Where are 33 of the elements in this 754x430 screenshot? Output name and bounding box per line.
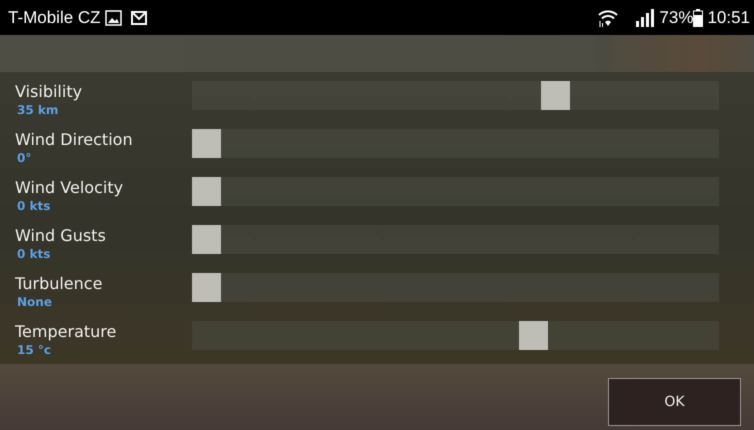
clock-time: 10:51 bbox=[707, 8, 750, 28]
battery-icon bbox=[693, 8, 704, 26]
slider-track[interactable] bbox=[192, 321, 719, 350]
setting-value: 0 kts bbox=[17, 198, 52, 214]
slider-thumb[interactable] bbox=[519, 321, 548, 350]
slider-thumb[interactable] bbox=[192, 177, 221, 206]
setting-value: 35 km bbox=[17, 102, 60, 118]
setting-label: Visibility bbox=[15, 82, 84, 102]
setting-label: Wind Gusts bbox=[15, 226, 107, 246]
slider-track[interactable] bbox=[192, 129, 719, 158]
slider-thumb[interactable] bbox=[192, 129, 221, 158]
image-icon bbox=[104, 10, 122, 26]
slider-thumb[interactable] bbox=[192, 273, 221, 302]
setting-value: None bbox=[17, 294, 53, 310]
setting-value: 0° bbox=[17, 150, 32, 166]
setting-label: Wind Direction bbox=[15, 130, 134, 150]
mail-icon bbox=[130, 10, 147, 24]
slider-thumb[interactable] bbox=[192, 225, 221, 254]
setting-label: Wind Velocity bbox=[15, 178, 124, 198]
slider-track[interactable] bbox=[192, 177, 719, 206]
slider-track[interactable] bbox=[192, 81, 719, 110]
slider-thumb[interactable] bbox=[540, 81, 570, 110]
slider-track[interactable] bbox=[192, 225, 719, 254]
setting-value: 0 kts bbox=[17, 246, 52, 262]
battery-percent: 73% bbox=[659, 8, 694, 28]
setting-value: 15 °c bbox=[17, 342, 52, 358]
ok-button[interactable]: OK bbox=[608, 378, 741, 426]
wifi-icon bbox=[597, 8, 620, 26]
carrier-name: T-Mobile CZ bbox=[8, 8, 101, 28]
signal-icon bbox=[635, 8, 656, 26]
setting-label: Temperature bbox=[15, 322, 118, 342]
setting-label: Turbulence bbox=[15, 274, 104, 294]
slider-track[interactable] bbox=[192, 273, 719, 302]
